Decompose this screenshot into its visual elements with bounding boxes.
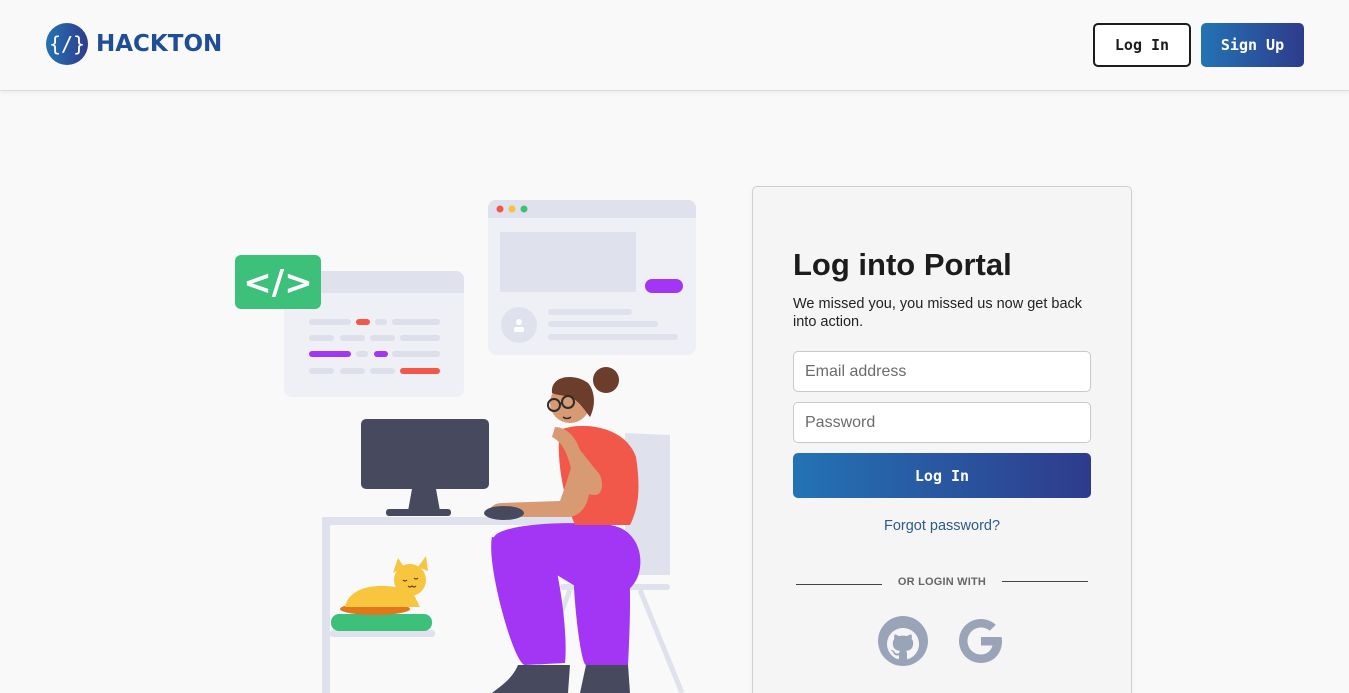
email-field[interactable] <box>793 351 1091 392</box>
developer-illustration: </> <box>235 200 696 693</box>
password-field[interactable] <box>793 402 1091 443</box>
login-card: Log into Portal We missed you, you misse… <box>752 186 1132 693</box>
social-login-divider-label: OR LOGIN WITH <box>897 576 987 588</box>
google-icon[interactable] <box>956 616 1006 666</box>
login-button[interactable]: Log In <box>793 453 1091 498</box>
header-signup-button[interactable]: Sign Up <box>1201 23 1304 67</box>
github-icon[interactable] <box>878 616 928 666</box>
code-badge: </> <box>235 255 321 309</box>
monitor <box>361 419 489 516</box>
svg-text:</>: </> <box>243 263 312 303</box>
page-title: Log into Portal <box>793 247 1012 282</box>
top-navbar: {/} HACKTON Log In Sign Up <box>0 0 1349 91</box>
forgot-password-link[interactable]: Forgot password? <box>753 518 1131 534</box>
brand-name: HACKTON <box>96 31 223 57</box>
divider-right <box>1002 581 1088 582</box>
code-braces-icon: {/} <box>46 23 88 65</box>
browser-window-right <box>488 200 696 355</box>
login-subtitle: We missed you, you missed us now get bac… <box>793 296 1083 330</box>
svg-text:{/}: {/} <box>49 32 85 56</box>
cat <box>331 556 432 631</box>
person <box>484 367 641 693</box>
brand-logo[interactable]: {/} HACKTON <box>45 23 222 65</box>
header-login-button[interactable]: Log In <box>1093 23 1191 67</box>
